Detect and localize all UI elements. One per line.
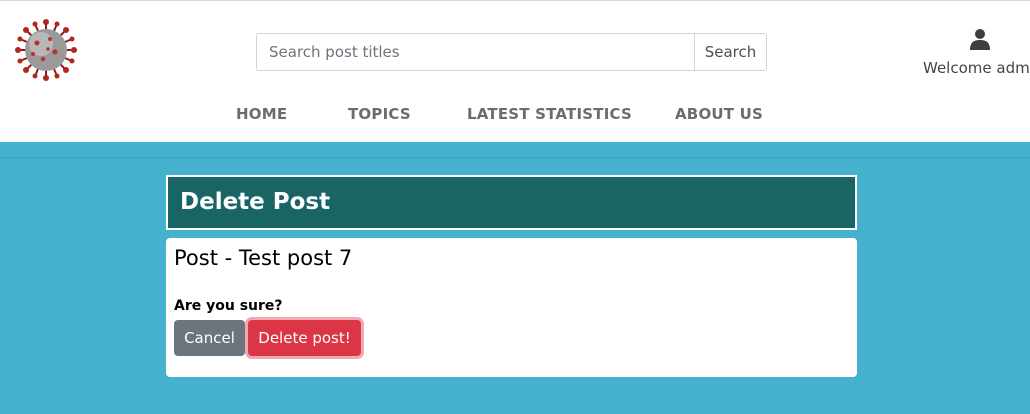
site-header: Search Welcome admin HOME TOPICS LATEST … bbox=[0, 0, 1030, 142]
user-icon[interactable] bbox=[969, 28, 991, 50]
cancel-button[interactable]: Cancel bbox=[174, 320, 245, 356]
divider bbox=[0, 157, 1030, 158]
confirm-question: Are you sure? bbox=[174, 298, 283, 314]
nav-latest-statistics[interactable]: LATEST STATISTICS bbox=[467, 105, 632, 123]
page-title: Delete Post bbox=[180, 189, 331, 215]
search-button[interactable]: Search bbox=[694, 33, 767, 71]
delete-post-button[interactable]: Delete post! bbox=[248, 320, 361, 356]
page-heading-bar: Delete Post bbox=[166, 175, 857, 230]
nav-about-us[interactable]: ABOUT US bbox=[675, 105, 763, 123]
search-input[interactable] bbox=[256, 33, 694, 71]
search-bar: Search bbox=[256, 33, 767, 71]
welcome-text[interactable]: Welcome admin bbox=[923, 59, 1030, 77]
nav-topics[interactable]: TOPICS bbox=[348, 105, 411, 123]
nav-home[interactable]: HOME bbox=[236, 105, 287, 123]
coronavirus-logo[interactable] bbox=[15, 19, 77, 81]
post-title: Post - Test post 7 bbox=[174, 246, 353, 270]
delete-confirm-card: Post - Test post 7 Are you sure? Cancel … bbox=[166, 238, 857, 377]
main-nav: HOME TOPICS LATEST STATISTICS ABOUT US bbox=[0, 105, 1030, 125]
